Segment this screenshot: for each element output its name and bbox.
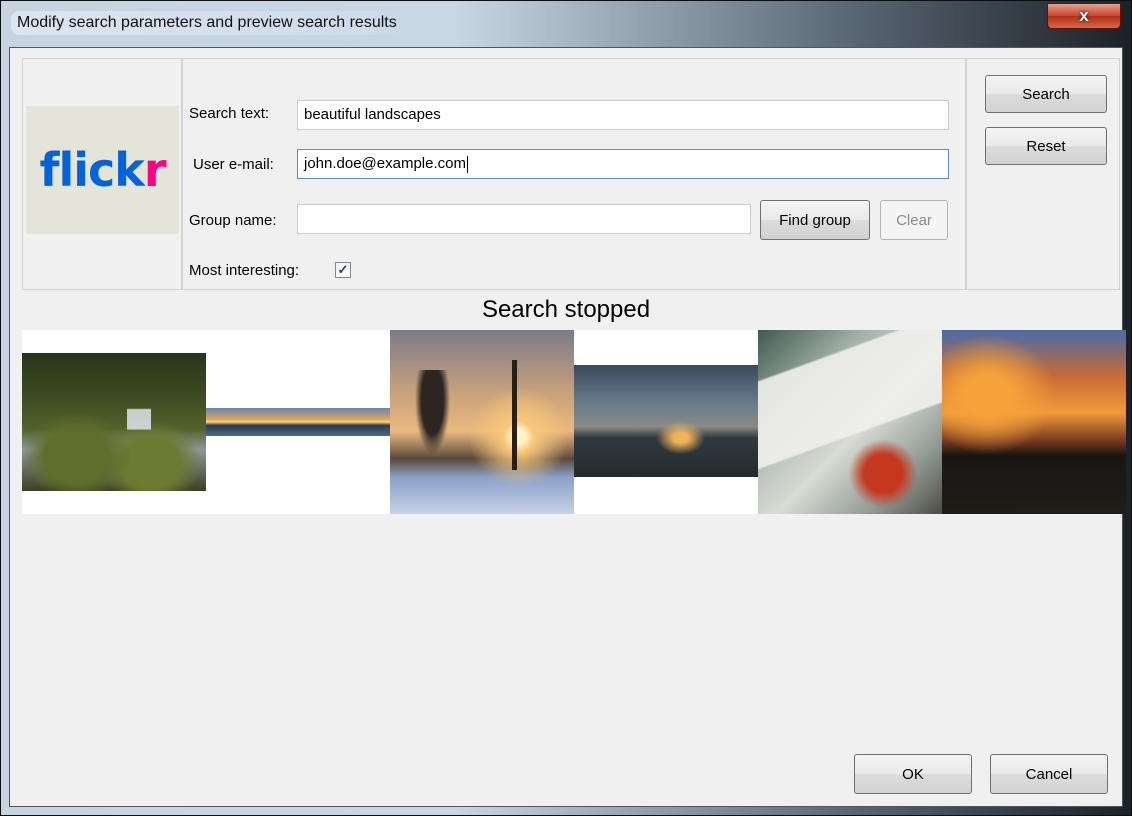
result-thumbnail-winter-sunset[interactable] [390, 330, 574, 514]
close-icon: x [1079, 6, 1089, 25]
dialog-window: Modify search parameters and preview sea… [0, 0, 1132, 816]
search-text-label: Search text: [189, 105, 270, 122]
checkmark-icon: ✓ [337, 262, 349, 277]
flickr-logo: flickr [26, 106, 179, 234]
clear-button[interactable]: Clear [880, 200, 948, 240]
user-email-label: User e-mail: [193, 156, 274, 173]
user-email-input[interactable]: john.doe@example.com [297, 149, 949, 179]
search-status: Search stopped [481, 296, 651, 323]
results-preview-strip [22, 330, 1126, 514]
result-thumbnail-sunset-horizon[interactable] [574, 365, 758, 477]
cancel-button[interactable]: Cancel [990, 754, 1108, 794]
result-thumbnail-airplane[interactable] [758, 330, 942, 514]
search-button[interactable]: Search [985, 75, 1107, 113]
search-form-panel: Search text: beautiful landscapes User e… [182, 58, 966, 290]
group-name-input[interactable] [297, 204, 751, 234]
most-interesting-checkbox[interactable]: ✓ [335, 262, 351, 278]
result-thumbnail-panorama[interactable] [206, 408, 390, 436]
search-text-input[interactable]: beautiful landscapes [297, 100, 949, 130]
close-button[interactable]: x [1047, 3, 1121, 29]
title-bar[interactable]: Modify search parameters and preview sea… [1, 1, 1131, 47]
logo-text-blue: flick [39, 143, 144, 197]
group-name-label: Group name: [189, 212, 277, 229]
user-email-value: john.doe@example.com [304, 155, 466, 172]
window-title: Modify search parameters and preview sea… [11, 11, 405, 35]
result-thumbnail-waterfall[interactable] [22, 353, 206, 491]
search-text-value: beautiful landscapes [304, 106, 441, 123]
reset-button[interactable]: Reset [985, 127, 1107, 165]
most-interesting-label: Most interesting: [189, 262, 300, 279]
action-buttons-panel: Search Reset [966, 58, 1120, 290]
dialog-client-area: flickr Search text: beautiful landscapes… [9, 47, 1126, 807]
logo-panel: flickr [22, 58, 182, 290]
find-group-button[interactable]: Find group [760, 200, 870, 240]
logo-text-pink: r [143, 143, 167, 197]
ok-button[interactable]: OK [854, 754, 972, 794]
result-thumbnail-fiery-sky[interactable] [942, 330, 1126, 514]
text-caret [466, 155, 468, 173]
